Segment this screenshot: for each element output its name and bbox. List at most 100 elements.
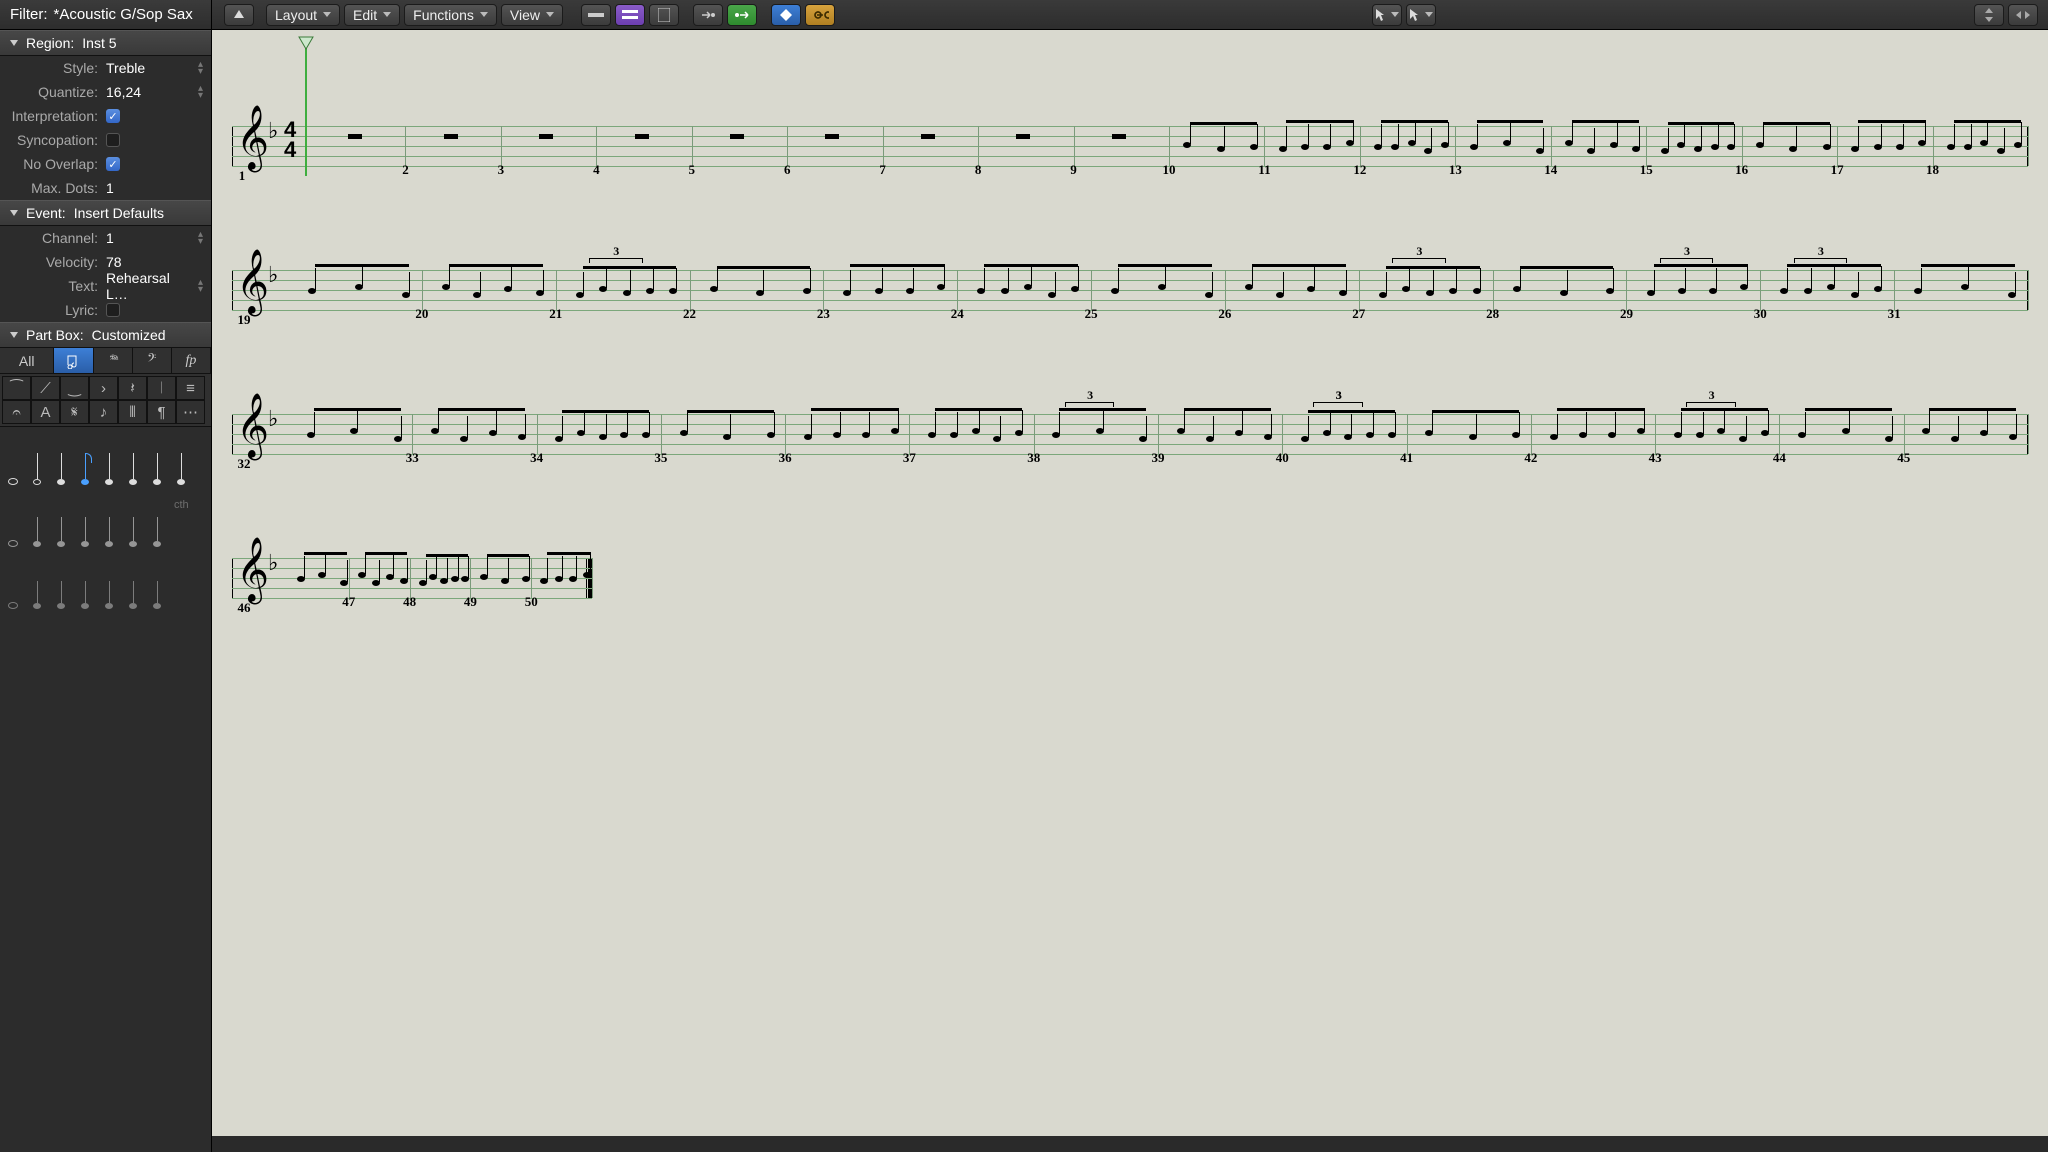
hierarchy-up-button[interactable] bbox=[224, 4, 254, 26]
symbol-measure[interactable]: ¶ bbox=[147, 400, 176, 424]
linear-view-button[interactable] bbox=[581, 4, 611, 26]
symbol-fermata[interactable]: 𝄐 bbox=[2, 400, 31, 424]
view-menu[interactable]: View bbox=[501, 4, 563, 26]
nooverlap-row[interactable]: No Overlap: ✓ bbox=[0, 152, 211, 176]
symbol-text[interactable]: A bbox=[31, 400, 60, 424]
chevron-down-icon bbox=[383, 12, 391, 17]
measure-number: 32 bbox=[238, 456, 251, 472]
playhead-marker[interactable] bbox=[298, 36, 314, 50]
stepper-icon[interactable]: ▴▾ bbox=[198, 279, 203, 293]
symbol-repeat[interactable]: ⦀ bbox=[118, 400, 147, 424]
symbol-accent[interactable]: › bbox=[89, 376, 118, 400]
symbol-tie[interactable]: ⁀ bbox=[2, 376, 31, 400]
filter-label: Filter: bbox=[10, 6, 48, 23]
chevron-down-icon bbox=[480, 12, 488, 17]
channel-row[interactable]: Channel: 1 ▴▾ bbox=[0, 226, 211, 250]
page-view-button[interactable] bbox=[649, 4, 679, 26]
dotted-64[interactable] bbox=[150, 517, 164, 547]
filter-value: *Acoustic G/Sop Sax bbox=[54, 6, 193, 23]
partbox-tab-notes[interactable] bbox=[54, 348, 93, 373]
layout-menu[interactable]: Layout bbox=[266, 4, 340, 26]
measure-number: 46 bbox=[238, 600, 251, 616]
region-section-header[interactable]: Region: Inst 5 bbox=[0, 30, 211, 56]
staff-system-4: 𝄞 ♭ 46 47484950 bbox=[232, 546, 592, 610]
dotted-32[interactable] bbox=[126, 517, 140, 547]
wrapped-view-button[interactable] bbox=[615, 4, 645, 26]
style-row[interactable]: Style: Treble ▴▾ bbox=[0, 56, 211, 80]
dotted-sixteenth[interactable] bbox=[102, 517, 116, 547]
chevron-down-icon bbox=[546, 12, 554, 17]
partbox-section-header[interactable]: Part Box: Customized bbox=[0, 322, 211, 348]
bottom-strip bbox=[212, 1136, 2048, 1152]
midi-out-button[interactable] bbox=[727, 4, 757, 26]
event-section-header[interactable]: Event: Insert Defaults bbox=[0, 200, 211, 226]
sixteenth-note[interactable] bbox=[102, 453, 116, 485]
triplet-eighth[interactable] bbox=[78, 581, 92, 609]
triplet-whole[interactable] bbox=[6, 602, 20, 609]
disclosure-triangle-icon bbox=[10, 332, 18, 338]
tool-select-group bbox=[1370, 0, 1438, 29]
horizontal-zoom[interactable] bbox=[2008, 4, 2038, 26]
checkbox-off-icon[interactable] bbox=[106, 303, 120, 317]
cmd-click-tool[interactable] bbox=[1406, 4, 1436, 26]
symbol-tremolo[interactable]: ≡ bbox=[176, 376, 205, 400]
whole-note[interactable] bbox=[6, 478, 20, 485]
barlines-1 bbox=[232, 126, 2028, 166]
half-note[interactable] bbox=[30, 453, 44, 485]
symbol-rest[interactable]: 𝄽 bbox=[118, 376, 147, 400]
checkbox-on-icon[interactable]: ✓ bbox=[106, 157, 120, 171]
partbox-tab-clef[interactable]: 𝄢 bbox=[133, 348, 172, 373]
stepper-icon[interactable]: ▴▾ bbox=[198, 231, 203, 245]
interpretation-row[interactable]: Interpretation: ✓ bbox=[0, 104, 211, 128]
midi-group bbox=[691, 0, 759, 29]
stepper-icon[interactable]: ▴▾ bbox=[198, 85, 203, 99]
sixtyfourth-note[interactable] bbox=[150, 453, 164, 485]
chevron-down-icon bbox=[1425, 12, 1433, 17]
symbol-grace[interactable]: ♪ bbox=[89, 400, 118, 424]
zoom-group bbox=[1972, 0, 2040, 29]
triplet-32[interactable] bbox=[126, 581, 140, 609]
partbox-tab-dynamics[interactable]: fp bbox=[172, 348, 211, 373]
checkbox-off-icon[interactable] bbox=[106, 133, 120, 147]
triplet-half[interactable] bbox=[30, 581, 44, 609]
staff-system-1: 𝄞 ♭ 4 4 1 23456789101112131415161718 bbox=[232, 114, 2028, 178]
symbol-barline[interactable]: 𝄀 bbox=[147, 376, 176, 400]
triplet-quarter[interactable] bbox=[54, 581, 68, 609]
catch-playhead-button[interactable] bbox=[771, 4, 801, 26]
dotted-half[interactable] bbox=[30, 517, 44, 547]
functions-menu[interactable]: Functions bbox=[404, 4, 497, 26]
midi-in-button[interactable] bbox=[693, 4, 723, 26]
partbox-tab-pedal[interactable]: 𝆮 bbox=[94, 348, 133, 373]
one28th-note[interactable] bbox=[174, 453, 188, 485]
text-row[interactable]: Text: Rehearsal L… ▴▾ bbox=[0, 274, 211, 298]
filter-field[interactable]: Filter: *Acoustic G/Sop Sax bbox=[0, 0, 212, 29]
symbol-custom[interactable]: ⋯ bbox=[176, 400, 205, 424]
score-editor[interactable]: 𝄞 ♭ 4 4 1 23456789101112131415161718 𝄞 ♭… bbox=[212, 30, 2048, 1152]
symbol-gliss[interactable]: ⟋ bbox=[31, 376, 60, 400]
stepper-icon[interactable]: ▴▾ bbox=[198, 61, 203, 75]
quantize-row[interactable]: Quantize: 16,24 ▴▾ bbox=[0, 80, 211, 104]
dotted-quarter[interactable] bbox=[54, 517, 68, 547]
quarter-note[interactable] bbox=[54, 453, 68, 485]
edit-menu[interactable]: Edit bbox=[344, 4, 400, 26]
triplet-64[interactable] bbox=[150, 581, 164, 609]
maxdots-row[interactable]: Max. Dots: 1 bbox=[0, 176, 211, 200]
partbox-tab-all[interactable]: All bbox=[0, 348, 54, 373]
vertical-zoom[interactable] bbox=[1974, 4, 2004, 26]
dotted-eighth[interactable] bbox=[78, 517, 92, 547]
dotted-whole[interactable] bbox=[6, 540, 20, 547]
left-click-tool[interactable] bbox=[1372, 4, 1402, 26]
link-button[interactable] bbox=[805, 4, 835, 26]
symbol-slur[interactable]: ‿ bbox=[60, 376, 89, 400]
note-duration-palette: cth bbox=[0, 427, 211, 619]
eighth-note[interactable] bbox=[78, 453, 92, 485]
thirtysecond-note[interactable] bbox=[126, 453, 140, 485]
disclosure-triangle-icon bbox=[10, 210, 18, 216]
syncopation-row[interactable]: Syncopation: bbox=[0, 128, 211, 152]
checkbox-on-icon[interactable]: ✓ bbox=[106, 109, 120, 123]
symbol-segno[interactable]: 𝄋 bbox=[60, 400, 89, 424]
top-toolbar: Filter: *Acoustic G/Sop Sax Layout Edit … bbox=[0, 0, 2048, 30]
barlines-3 bbox=[232, 414, 2028, 454]
chevron-down-icon bbox=[1391, 12, 1399, 17]
triplet-sixteenth[interactable] bbox=[102, 581, 116, 609]
